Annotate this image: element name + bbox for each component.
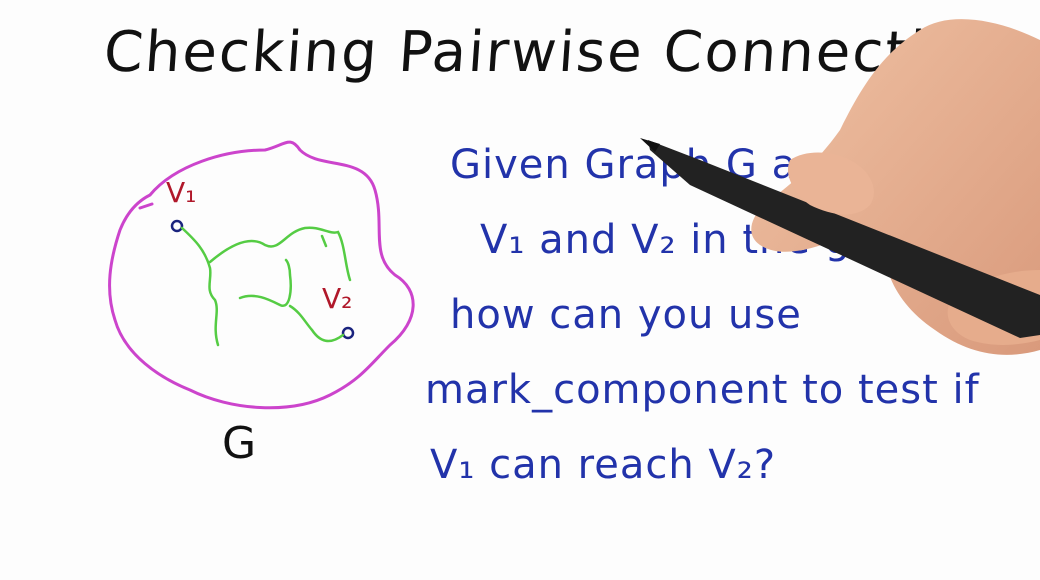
hand-with-pen-illustration	[640, 19, 1040, 355]
whiteboard: Checking Pairwise Connectivity V₁ V₂ G G…	[0, 0, 1040, 580]
